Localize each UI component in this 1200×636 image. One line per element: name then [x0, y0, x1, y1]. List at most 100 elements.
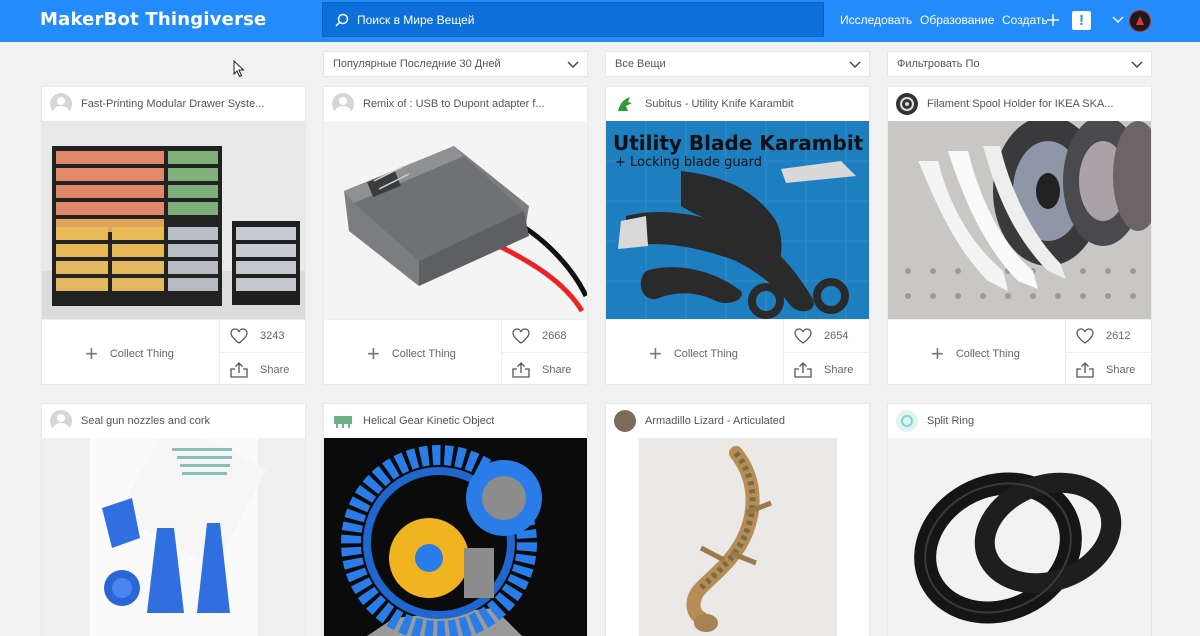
thing-card[interactable]: Fast-Printing Modular Drawer Syste... + … [41, 86, 307, 387]
like-count: 2612 [1106, 330, 1131, 342]
split-ring-image [888, 438, 1151, 636]
logo-thingiverse: Thingiverse [145, 9, 267, 30]
karambit-subtitle-text: + Locking blade guard [615, 155, 762, 170]
nav-create[interactable]: Создать [1002, 13, 1048, 27]
sort-dropdown[interactable]: Популярные Последние 30 Дней [323, 51, 588, 77]
like-button[interactable]: 2654 [784, 320, 871, 353]
heart-icon [230, 328, 248, 344]
card-title[interactable]: Fast-Printing Modular Drawer Syste... [81, 98, 264, 110]
share-button[interactable]: Share [220, 353, 307, 387]
collect-thing-button[interactable]: + Collect Thing [324, 320, 502, 387]
thing-image[interactable] [324, 438, 587, 636]
drawer-system-image [42, 121, 305, 319]
gear-avatar-icon[interactable] [332, 410, 354, 432]
share-icon [1076, 362, 1094, 378]
thing-card[interactable]: Helical Gear Kinetic Object [323, 403, 588, 636]
type-dropdown[interactable]: Все Вещи [605, 51, 870, 77]
plus-icon: + [649, 340, 662, 366]
thing-image[interactable] [42, 438, 305, 636]
top-navbar: MakerBot Thingiverse Исследовать Образов… [0, 0, 1200, 42]
thing-image[interactable] [42, 121, 305, 319]
thing-card[interactable]: Split Ring [887, 403, 1152, 636]
thing-image[interactable] [324, 121, 587, 319]
nav-explore[interactable]: Исследовать [840, 13, 912, 27]
card-header: Split Ring [888, 404, 1151, 438]
card-header: Armadillo Lizard - Articulated [606, 404, 869, 438]
filter-dropdown[interactable]: Фильтровать По [887, 51, 1152, 77]
nav-education[interactable]: Образование [920, 13, 994, 27]
collect-label: Collect Thing [673, 347, 738, 360]
card-footer: + Collect Thing 3243 Share [42, 319, 307, 387]
collect-thing-button[interactable]: + Collect Thing [888, 320, 1066, 387]
collect-label: Collect Thing [109, 347, 174, 360]
share-label: Share [542, 364, 572, 376]
card-title[interactable]: Filament Spool Holder for IKEA SKA... [927, 98, 1113, 110]
plus-icon[interactable] [1047, 14, 1059, 26]
notifications-alert-icon[interactable]: ! [1072, 11, 1091, 30]
default-avatar-icon[interactable] [50, 93, 72, 115]
spool-avatar-icon[interactable] [896, 93, 918, 115]
thing-card[interactable]: Filament Spool Holder for IKEA SKA... + C… [887, 86, 1153, 387]
default-avatar-icon[interactable] [50, 410, 72, 432]
ring-avatar-icon[interactable] [896, 410, 918, 432]
thing-image[interactable] [606, 438, 869, 636]
heart-icon [512, 328, 530, 344]
search-icon [335, 13, 349, 27]
thing-card[interactable]: Armadillo Lizard - Articulated [605, 403, 870, 636]
search-input[interactable] [357, 12, 777, 27]
helical-gear-image [324, 438, 587, 636]
card-header: Seal gun nozzles and cork [42, 404, 305, 438]
share-button[interactable]: Share [502, 353, 589, 387]
card-footer: + Collect Thing 2612 Share [888, 319, 1153, 387]
mouse-cursor-icon [233, 60, 245, 78]
spool-holder-image [888, 121, 1151, 319]
thing-image[interactable]: Utility Blade Karambit + Locking blade g… [606, 121, 869, 319]
card-title[interactable]: Armadillo Lizard - Articulated [645, 415, 785, 427]
card-header: Subitus - Utility Knife Karambit [606, 87, 869, 121]
card-header: Remix of : USB to Dupont adapter f... [324, 87, 587, 121]
usb-dupont-adapter-image [324, 121, 587, 319]
karambit-image: Utility Blade Karambit + Locking blade g… [606, 121, 869, 319]
card-footer: + Collect Thing 2668 Share [324, 319, 589, 387]
card-title[interactable]: Helical Gear Kinetic Object [363, 415, 494, 427]
user-avatar[interactable] [1129, 10, 1151, 32]
thingiverse-logo[interactable]: MakerBot Thingiverse [40, 9, 266, 31]
like-count: 2654 [824, 330, 849, 342]
card-title[interactable]: Remix of : USB to Dupont adapter f... [363, 98, 545, 110]
plus-icon: + [367, 340, 380, 366]
share-button[interactable]: Share [1066, 353, 1153, 387]
card-footer: + Collect Thing 2654 Share [606, 319, 871, 387]
thing-card[interactable]: Remix of : USB to Dupont adapter f... + C… [323, 86, 589, 387]
like-button[interactable]: 2668 [502, 320, 589, 353]
photo-avatar-icon[interactable] [614, 410, 636, 432]
chevron-down-icon [849, 61, 861, 68]
plus-icon: + [931, 340, 944, 366]
thing-card[interactable]: Seal gun nozzles and cork [41, 403, 306, 636]
chevron-down-icon [567, 61, 579, 68]
dragon-avatar-icon[interactable] [614, 93, 636, 115]
search-bar[interactable] [322, 2, 824, 37]
like-button[interactable]: 2612 [1066, 320, 1153, 353]
thing-image[interactable] [888, 121, 1151, 319]
share-icon [512, 362, 530, 378]
share-button[interactable]: Share [784, 353, 871, 387]
collect-thing-button[interactable]: + Collect Thing [606, 320, 784, 387]
share-label: Share [1106, 364, 1136, 376]
card-header: Fast-Printing Modular Drawer Syste... [42, 87, 305, 121]
card-header: Filament Spool Holder for IKEA SKA... [888, 87, 1151, 121]
collect-label: Collect Thing [391, 347, 456, 360]
thing-image[interactable] [888, 438, 1151, 636]
like-button[interactable]: 3243 [220, 320, 307, 353]
seal-gun-nozzles-image [42, 438, 305, 636]
heart-icon [794, 328, 812, 344]
card-title[interactable]: Split Ring [927, 415, 974, 427]
chevron-down-icon [1131, 61, 1143, 68]
default-avatar-icon[interactable] [332, 93, 354, 115]
chevron-down-icon[interactable] [1112, 14, 1124, 26]
card-title[interactable]: Subitus - Utility Knife Karambit [645, 98, 794, 110]
card-title[interactable]: Seal gun nozzles and cork [81, 415, 210, 427]
thing-card[interactable]: Subitus - Utility Knife Karambit Utility… [605, 86, 871, 387]
filter-dropdown-label: Фильтровать По [897, 58, 980, 70]
collect-thing-button[interactable]: + Collect Thing [42, 320, 220, 387]
share-icon [794, 362, 812, 378]
